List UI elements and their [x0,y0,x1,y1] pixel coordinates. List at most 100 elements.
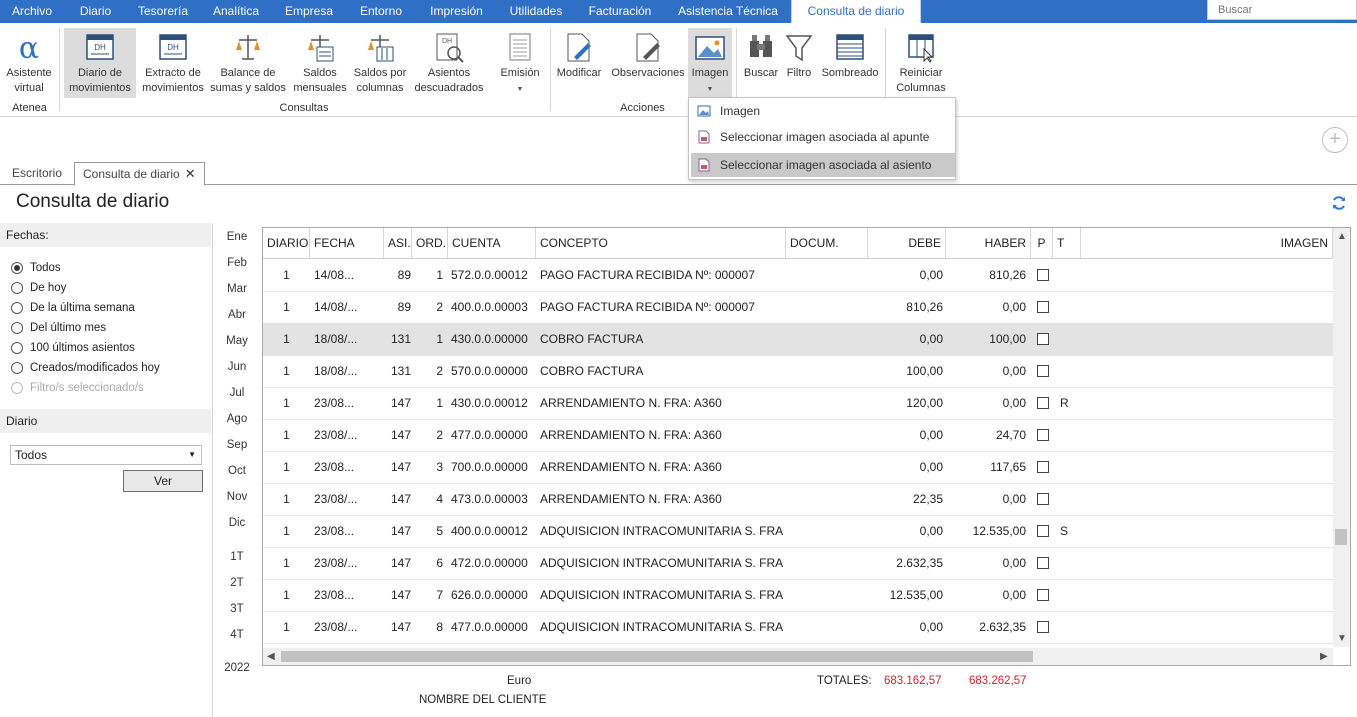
month-sep[interactable]: Sep [222,439,252,451]
punteo-checkbox[interactable] [1037,269,1049,281]
table-row[interactable]: 1 23/08/... 147 4 473.0.0.00003 ARRENDAMIENTO… [263,484,1333,516]
vertical-scrollbar[interactable] [1333,228,1350,647]
balance-sumas-saldos-button[interactable]: Balance de sumas y saldos [209,28,287,98]
table-row[interactable]: 1 23/08/... 147 6 472.0.0.00000 ADQUISICION I… [263,548,1333,580]
radio-ultima-semana[interactable]: De la última semana [11,300,135,316]
table-row[interactable]: 1 23/08... 147 7 626.0.0.00000 ADQUISICION IN… [263,580,1333,612]
punteo-checkbox[interactable] [1037,461,1049,473]
month-1t[interactable]: 1T [222,551,252,563]
menu-impresion[interactable]: Impresión [416,0,497,23]
table-row[interactable]: 1 14/08/... 89 2 400.0.0.00003 PAGO FACTURA R… [263,292,1333,324]
month-nov[interactable]: Nov [222,491,252,503]
punteo-checkbox[interactable] [1037,557,1049,569]
month-may[interactable]: May [222,335,252,347]
menu-utilidades[interactable]: Utilidades [497,0,575,23]
asistente-virtual-button[interactable]: α Asistente virtual [3,28,55,98]
radio-creados-hoy[interactable]: Creados/modificados hoy [11,360,160,376]
month-ago[interactable]: Ago [222,413,252,425]
month-jun[interactable]: Jun [222,361,252,373]
diario-movimientos-button[interactable]: DH Diario de movimientos [64,28,136,98]
table-row[interactable]: 1 23/08... 147 3 700.0.0.00000 ARRENDAMIENTO … [263,452,1333,484]
saldos-mensuales-button[interactable]: Saldos mensuales [292,28,348,98]
column-header-imagen[interactable]: IMAGEN [1081,228,1333,259]
asientos-descuadrados-button[interactable]: DH Asientos descuadrados [412,28,486,98]
menu-facturacion[interactable]: Facturación [575,0,665,23]
column-header-t[interactable]: T [1053,228,1081,259]
table-row[interactable]: 1 23/08/... 147 2 477.0.0.00000 ARRENDAMIENTO… [263,420,1333,452]
month-3t[interactable]: 3T [222,603,252,615]
horizontal-scroll-thumb[interactable] [281,651,1033,662]
scroll-down-icon[interactable]: ▼ [1337,633,1347,644]
column-header-docum[interactable]: DOCUM. [786,228,868,259]
diario-select[interactable]: Todos ▼ [10,445,202,465]
search-input[interactable] [1207,0,1357,20]
menu-item-imagen-apunte[interactable]: Seleccionar imagen asociada al apunte [691,125,955,149]
month-oct[interactable]: Oct [222,465,252,477]
imagen-button[interactable]: Imagen ▼ [688,28,732,98]
radio-100-ultimos[interactable]: 100 últimos asientos [11,340,135,356]
menu-empresa[interactable]: Empresa [273,0,345,23]
scroll-up-icon[interactable]: ▲ [1337,231,1347,242]
month-dic[interactable]: Dic [222,517,252,529]
column-header-diario[interactable]: DIARIO [263,228,310,259]
table-row[interactable]: 1 23/08/... 147 8 477.0.0.00000 ADQUISICION I… [263,612,1333,644]
table-row[interactable]: 1 18/08/... 131 2 570.0.0.00000 COBRO FACTURA… [263,356,1333,388]
month-feb[interactable]: Feb [222,257,252,269]
punteo-checkbox[interactable] [1037,397,1049,409]
menu-consulta-diario[interactable]: Consulta de diario [791,0,921,23]
refresh-icon[interactable] [1331,195,1347,211]
menu-asistencia-tecnica[interactable]: Asistencia Técnica [665,0,791,23]
month-abr[interactable]: Abr [222,309,252,321]
sombreado-button[interactable]: Sombreado [819,28,881,98]
scroll-left-icon[interactable]: ◀ [267,651,275,662]
punteo-checkbox[interactable] [1037,333,1049,345]
modificar-button[interactable]: Modificar [553,28,605,98]
radio-ultimo-mes[interactable]: Del último mes [11,320,106,336]
scroll-right-icon[interactable]: ▶ [1320,651,1328,662]
column-header-asi[interactable]: ASI. [384,228,412,259]
table-row[interactable]: 1 18/08/... 131 1 430.0.0.00000 COBRO FACTURA… [263,324,1333,356]
menu-archivo[interactable]: Archivo [0,0,64,23]
month-2t[interactable]: 2T [222,577,252,589]
month-2022[interactable]: 2022 [222,662,252,671]
month-ene[interactable]: Ene [222,231,252,243]
ver-button[interactable]: Ver [123,470,203,492]
column-header-debe[interactable]: DEBE [868,228,946,259]
close-icon[interactable]: ✕ [185,166,196,181]
punteo-checkbox[interactable] [1037,301,1049,313]
column-header-cuenta[interactable]: CUENTA [448,228,536,259]
table-row[interactable]: 1 23/08... 147 1 430.0.0.00012 ARRENDAMIENTO … [263,388,1333,420]
menu-item-imagen-asiento[interactable]: Seleccionar imagen asociada al asiento [691,153,955,177]
emision-button[interactable]: Emisión ▼ [498,28,542,98]
buscar-button[interactable]: Buscar [740,28,782,98]
tab-consulta-diario[interactable]: Consulta de diario ✕ [74,162,205,186]
menu-tesoreria[interactable]: Tesorería [127,0,199,23]
tab-escritorio[interactable]: Escritorio [4,162,70,185]
punteo-checkbox[interactable] [1037,621,1049,633]
reiniciar-columnas-button[interactable]: Reiniciar Columnas [890,28,952,98]
month-4t[interactable]: 4T [222,629,252,641]
punteo-checkbox[interactable] [1037,493,1049,505]
punteo-checkbox[interactable] [1037,525,1049,537]
month-jul[interactable]: Jul [222,387,252,399]
radio-todos[interactable]: Todos [11,260,61,276]
table-row[interactable]: 1 23/08... 147 5 400.0.0.00012 ADQUISICION IN… [263,516,1333,548]
column-header-haber[interactable]: HABER [946,228,1031,259]
add-tab-button[interactable]: + [1322,127,1348,153]
month-mar[interactable]: Mar [222,283,252,295]
radio-de-hoy[interactable]: De hoy [11,280,66,296]
observaciones-button[interactable]: Observaciones [608,28,688,98]
punteo-checkbox[interactable] [1037,589,1049,601]
menu-item-imagen[interactable]: Imagen [691,99,955,123]
vertical-scroll-thumb[interactable] [1335,529,1347,545]
menu-analitica[interactable]: Analítica [199,0,273,23]
menu-diario[interactable]: Diario [64,0,127,23]
punteo-checkbox[interactable] [1037,365,1049,377]
table-row[interactable]: 1 14/08... 89 1 572.0.0.00012 PAGO FACTURA RE… [263,260,1333,292]
extracto-movimientos-button[interactable]: DH Extracto de movimientos [138,28,208,98]
column-header-p[interactable]: P [1031,228,1053,259]
saldos-columnas-button[interactable]: Saldos por columnas [350,28,410,98]
column-header-concepto[interactable]: CONCEPTO [536,228,786,259]
filtro-button[interactable]: Filtro [783,28,815,98]
menu-entorno[interactable]: Entorno [345,0,417,23]
